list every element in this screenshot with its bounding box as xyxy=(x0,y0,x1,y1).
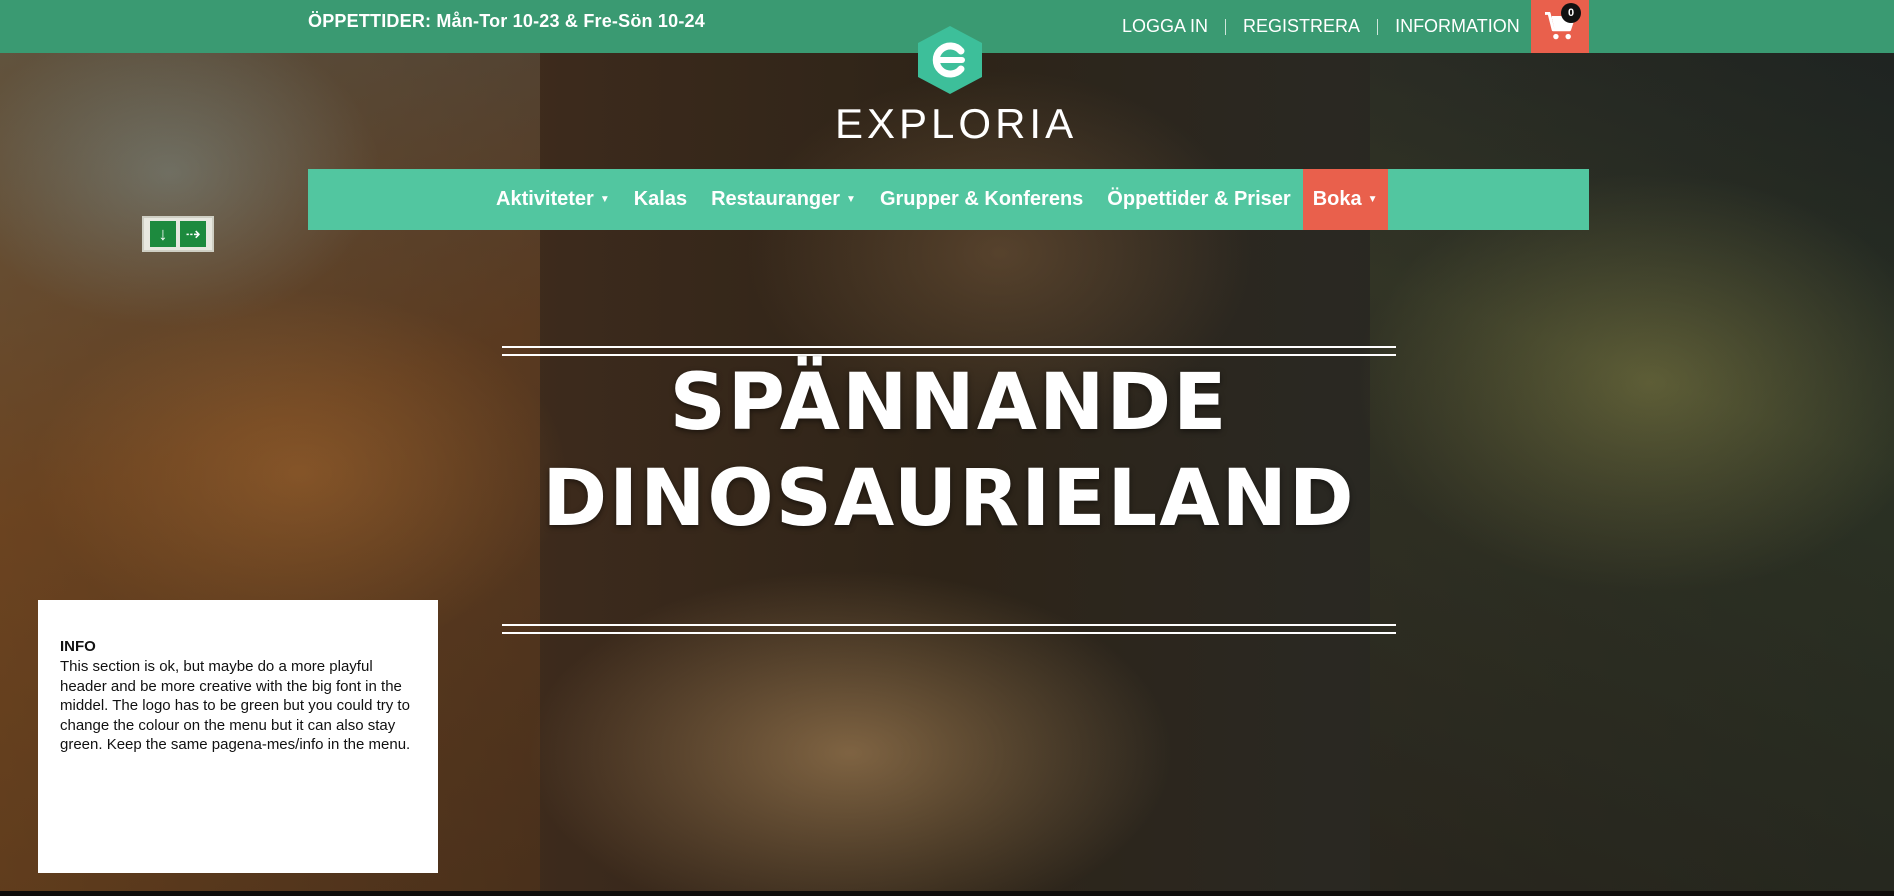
headline-rule-bottom xyxy=(502,624,1396,626)
nav-item-boka[interactable]: Boka ▼ xyxy=(1302,169,1388,230)
register-link[interactable]: REGISTRERA xyxy=(1243,16,1360,37)
nav-item-grupper-konferens[interactable]: Grupper & Konferens xyxy=(868,169,1095,230)
hero-headline: SPÄNNANDE DINOSAURIELAND xyxy=(502,355,1396,547)
exit-sign-image: ↓ ⇢ xyxy=(142,216,214,252)
hero-headline-line1: SPÄNNANDE xyxy=(669,358,1229,448)
hero-headline-line2: DINOSAURIELAND xyxy=(542,454,1356,544)
opening-hours-label: ÖPPETTIDER: xyxy=(308,11,432,31)
nav-item-oppettider-priser[interactable]: Öppettider & Priser xyxy=(1095,169,1302,230)
logo-text: EXPLORIA xyxy=(835,100,1078,147)
nav-item-restauranger[interactable]: Restauranger ▼ xyxy=(699,169,868,230)
bottom-strip xyxy=(0,891,1894,896)
cart-button[interactable]: 0 xyxy=(1531,0,1589,53)
account-links: LOGGA IN REGISTRERA INFORMATION xyxy=(1122,0,1520,53)
nav-item-label: Grupper & Konferens xyxy=(879,188,1084,210)
headline-rule-bottom-inner xyxy=(502,632,1396,634)
caret-down-icon: ▼ xyxy=(846,194,856,205)
login-link[interactable]: LOGGA IN xyxy=(1122,16,1208,37)
caret-down-icon: ▼ xyxy=(599,194,610,205)
cart-count-badge: 0 xyxy=(1561,3,1581,23)
main-nav: Aktiviteter ▼ Kalas Restauranger ▼ Grupp… xyxy=(308,169,1589,230)
divider xyxy=(1225,18,1227,35)
nav-item-label: Boka xyxy=(1312,188,1362,210)
info-box: INFO This section is ok, but maybe do a … xyxy=(38,600,438,873)
nav-items: Aktiviteter ▼ Kalas Restauranger ▼ Grupp… xyxy=(484,169,1388,230)
nav-item-label: Kalas xyxy=(633,188,688,210)
nav-item-label: Restauranger xyxy=(711,188,841,210)
opening-hours-value: Mån-Tor 10-23 & Fre-Sön 10-24 xyxy=(436,11,705,31)
headline-rule-top xyxy=(502,346,1396,348)
opening-hours: ÖPPETTIDER: Mån-Tor 10-23 & Fre-Sön 10-2… xyxy=(308,11,705,32)
nav-item-kalas[interactable]: Kalas xyxy=(622,169,699,230)
information-link[interactable]: INFORMATION xyxy=(1395,16,1520,37)
divider xyxy=(1377,18,1379,35)
nav-item-label: Öppettider & Priser xyxy=(1107,188,1291,210)
caret-down-icon: ▼ xyxy=(1367,194,1378,205)
info-title: INFO xyxy=(60,638,96,655)
exploria-logo-icon xyxy=(918,26,982,94)
site-logo[interactable]: EXPLORIA xyxy=(835,24,1078,148)
nav-item-aktiviteter[interactable]: Aktiviteter ▼ xyxy=(484,169,622,230)
nav-item-label: Aktiviteter xyxy=(496,188,594,210)
info-text: This section is ok, but maybe do a more … xyxy=(60,658,411,753)
